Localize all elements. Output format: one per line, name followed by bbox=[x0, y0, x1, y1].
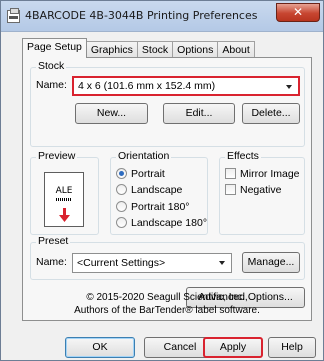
copyright-line-2: Authors of the BarTender® label software… bbox=[74, 305, 260, 316]
tab-page-setup[interactable]: Page Setup bbox=[22, 38, 87, 58]
negative-label: Negative bbox=[240, 184, 282, 196]
printing-preferences-dialog: 4BARCODE 4B-3044B Printing Preferences ✕… bbox=[0, 0, 324, 361]
tab-stock[interactable]: Stock bbox=[136, 41, 174, 58]
mirror-image-checkbox[interactable]: Mirror Image bbox=[225, 168, 300, 182]
orientation-landscape-180[interactable]: Landscape 180° bbox=[116, 217, 207, 231]
mirror-image-label: Mirror Image bbox=[240, 168, 300, 180]
radio-button[interactable] bbox=[116, 201, 127, 212]
orientation-group: Orientation Portrait Landscape Portrait … bbox=[110, 150, 208, 235]
orientation-portrait[interactable]: Portrait bbox=[116, 168, 165, 182]
preset-name-dropdown[interactable]: <Current Settings> bbox=[72, 253, 232, 273]
stock-name-value: 4 x 6 (101.6 mm x 152.4 mm) bbox=[78, 80, 216, 92]
checkbox[interactable] bbox=[225, 168, 236, 179]
page-setup-panel: Stock Name: 4 x 6 (101.6 mm x 152.4 mm) … bbox=[22, 57, 312, 321]
chevron-down-icon bbox=[286, 85, 292, 89]
effects-group-label: Effects bbox=[225, 150, 261, 162]
title-bar[interactable]: 4BARCODE 4B-3044B Printing Preferences ✕ bbox=[1, 1, 323, 32]
close-button[interactable]: ✕ bbox=[276, 3, 320, 22]
ok-button[interactable]: OK bbox=[65, 337, 135, 358]
printer-icon bbox=[7, 8, 20, 23]
tab-strip: Page Setup Graphics Stock Options About bbox=[22, 38, 255, 58]
orientation-landscape[interactable]: Landscape bbox=[116, 184, 182, 198]
stock-group-label: Stock bbox=[36, 60, 67, 72]
radio-button[interactable] bbox=[116, 217, 127, 228]
chevron-down-icon bbox=[219, 261, 225, 265]
apply-button[interactable]: Apply bbox=[203, 337, 263, 358]
stock-name-dropdown[interactable]: 4 x 6 (101.6 mm x 152.4 mm) bbox=[72, 76, 300, 96]
preset-group-label: Preset bbox=[36, 235, 71, 247]
preset-group: Preset Name: <Current Settings> Manage..… bbox=[30, 235, 305, 280]
tab-graphics[interactable]: Graphics bbox=[85, 41, 138, 58]
preview-group: Preview ALE bbox=[30, 150, 99, 235]
preset-name-label: Name: bbox=[36, 256, 67, 268]
radio-button[interactable] bbox=[116, 168, 127, 179]
new-stock-button[interactable]: New... bbox=[75, 103, 148, 124]
barcode-icon bbox=[56, 198, 72, 201]
negative-checkbox[interactable]: Negative bbox=[225, 184, 281, 198]
orientation-portrait-180[interactable]: Portrait 180° bbox=[116, 201, 189, 215]
tab-options[interactable]: Options bbox=[172, 41, 219, 58]
effects-group: Effects Mirror Image Negative bbox=[219, 150, 305, 235]
edit-stock-button[interactable]: Edit... bbox=[163, 103, 235, 124]
copyright-line-1: © 2015-2020 Seagull Scientific, Inc., bbox=[86, 292, 248, 303]
radio-button[interactable] bbox=[116, 184, 127, 195]
orientation-portrait-label: Portrait bbox=[131, 168, 165, 180]
window-title: 4BARCODE 4B-3044B Printing Preferences bbox=[25, 9, 258, 22]
tab-about[interactable]: About bbox=[217, 41, 255, 58]
feed-direction-arrow-icon bbox=[59, 208, 70, 222]
preview-group-label: Preview bbox=[36, 150, 78, 162]
checkbox[interactable] bbox=[225, 184, 236, 195]
preview-label-text: ALE bbox=[55, 186, 73, 196]
delete-stock-button[interactable]: Delete... bbox=[242, 103, 300, 124]
stock-group: Stock Name: 4 x 6 (101.6 mm x 152.4 mm) … bbox=[30, 60, 305, 147]
help-button[interactable]: Help bbox=[268, 337, 316, 358]
orientation-landscape-180-label: Landscape 180° bbox=[131, 217, 208, 229]
manage-preset-button[interactable]: Manage... bbox=[242, 252, 300, 273]
stock-name-label: Name: bbox=[36, 79, 67, 91]
orientation-landscape-label: Landscape bbox=[131, 184, 183, 196]
preset-name-value: <Current Settings> bbox=[77, 257, 166, 269]
orientation-group-label: Orientation bbox=[116, 150, 172, 162]
orientation-portrait-180-label: Portrait 180° bbox=[131, 201, 190, 213]
label-preview: ALE bbox=[44, 172, 84, 227]
